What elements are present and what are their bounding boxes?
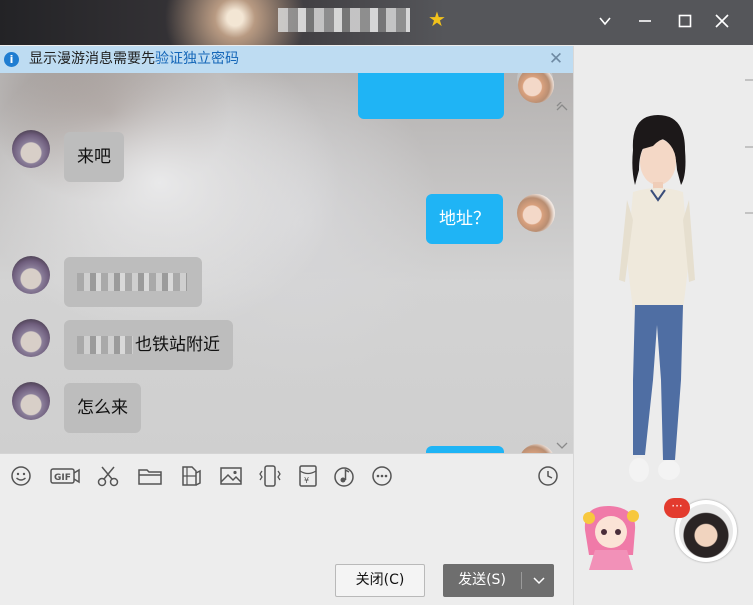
close-icon[interactable] (705, 6, 739, 36)
friend-avatar[interactable] (12, 256, 50, 294)
send-button[interactable]: 发送(S) (443, 564, 554, 597)
send-button-divider (521, 572, 522, 589)
message-list[interactable]: 来吧 地址？ 也铁站附近 怎么来 (0, 73, 573, 453)
chat-window: ★ i 显示漫游消息需要先验证独立密码 ✕ 来吧 地址？ 也铁站附近 怎么来 G… (0, 0, 753, 605)
obscured-text (77, 336, 133, 354)
contact-name-obscured (278, 8, 410, 32)
avatar-show-figure[interactable] (603, 110, 703, 500)
svg-text:GIF: GIF (54, 473, 71, 483)
collapse-icon[interactable] (556, 441, 568, 451)
scissors-icon[interactable] (95, 463, 121, 489)
message-bubble-incoming[interactable] (64, 257, 202, 307)
info-icon: i (4, 52, 19, 67)
gif-icon[interactable]: GIF (50, 463, 80, 489)
message-bubble-outgoing[interactable] (358, 73, 504, 119)
message-text: 地址？ (439, 209, 490, 229)
message-text: 怎么来 (77, 398, 128, 418)
maximize-icon[interactable] (668, 6, 702, 36)
message-bubble-badge[interactable]: ··· (664, 498, 690, 518)
image-icon[interactable] (218, 463, 244, 489)
vip-star-icon: ★ (428, 7, 446, 31)
message-bubble-incoming[interactable]: 来吧 (64, 132, 124, 182)
message-bubble-outgoing[interactable] (426, 446, 504, 453)
history-clock-icon[interactable] (535, 463, 561, 489)
svg-text:¥: ¥ (304, 476, 309, 485)
message-bubble-incoming[interactable]: 也铁站附近 (64, 320, 233, 370)
title-bar: ★ (0, 0, 753, 45)
friend-avatar[interactable] (12, 319, 50, 357)
friend-avatar[interactable] (12, 130, 50, 168)
message-bubble-incoming[interactable]: 怎么来 (64, 383, 141, 433)
file-share-icon[interactable] (178, 463, 204, 489)
folder-icon[interactable] (137, 463, 163, 489)
input-toolbar: GIF ¥ (0, 453, 573, 497)
friend-avatar[interactable] (12, 382, 50, 420)
panel-edge-decoration (745, 79, 753, 214)
minimize-icon[interactable] (628, 6, 662, 36)
emoji-icon[interactable] (8, 463, 34, 489)
message-bubble-outgoing[interactable]: 地址？ (426, 194, 503, 244)
roaming-notice-bar: i 显示漫游消息需要先验证独立密码 ✕ (0, 46, 573, 73)
music-icon[interactable] (331, 463, 357, 489)
message-text: 也铁站附近 (135, 335, 220, 355)
message-text: 来吧 (77, 147, 111, 167)
verify-password-link[interactable]: 验证独立密码 (155, 51, 239, 67)
send-button-label: 发送(S) (458, 572, 506, 588)
obscured-text (77, 273, 187, 291)
more-icon[interactable] (369, 463, 395, 489)
red-envelope-icon[interactable]: ¥ (295, 463, 321, 489)
notice-text: 显示漫游消息需要先验证独立密码 (29, 51, 239, 68)
shake-icon[interactable] (257, 463, 283, 489)
close-button[interactable]: 关闭(C) (335, 564, 425, 597)
chevron-down-icon[interactable] (588, 6, 622, 36)
chibi-pet-icon[interactable] (575, 500, 650, 575)
my-avatar[interactable] (517, 194, 555, 232)
notice-close-icon[interactable]: ✕ (548, 51, 564, 68)
send-options-chevron-icon[interactable] (527, 564, 551, 597)
notice-message: 显示漫游消息需要先 (29, 51, 155, 67)
collapse-icon[interactable] (556, 102, 568, 112)
